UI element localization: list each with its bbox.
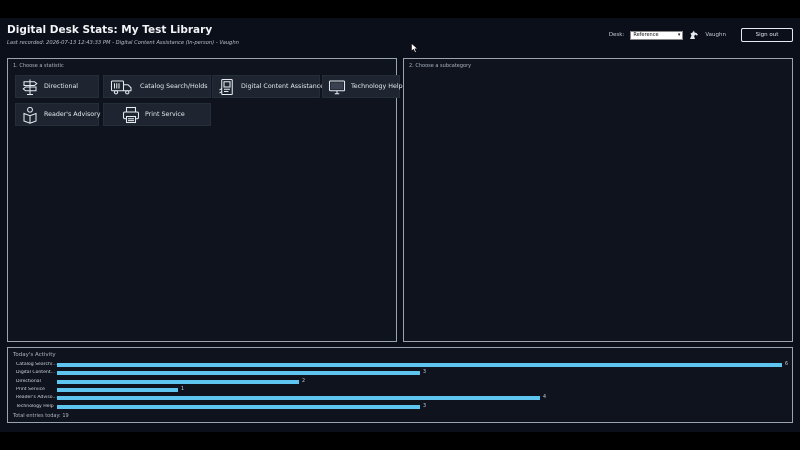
activity-row-label: Digital Content... xyxy=(16,370,56,376)
activity-row: Directional 2 xyxy=(8,379,794,385)
desk-controls: Desk: Reference ▾ Vaughn Sign out xyxy=(609,27,793,43)
activity-bar xyxy=(57,396,540,401)
signpost-icon xyxy=(22,79,38,95)
header: Digital Desk Stats: My Test Library Last… xyxy=(7,24,793,54)
printer-icon xyxy=(122,106,140,123)
stat-button-readers-advisory[interactable]: Reader's Advisory xyxy=(15,103,101,126)
stat-label: Directional xyxy=(44,83,79,90)
statistic-panel: 1. Choose a statistic Directional Catalo… xyxy=(7,58,403,342)
stat-label: Catalog Search/Holds xyxy=(140,83,208,90)
activity-row-count: 1 xyxy=(181,386,185,392)
activity-row: Technology Help 3 xyxy=(8,404,794,410)
chevron-down-icon: ▾ xyxy=(677,32,681,38)
activity-title: Today's Activity xyxy=(13,352,56,358)
stat-button-directional[interactable]: Directional xyxy=(15,75,99,98)
activity-row: Catalog Search/... 6 xyxy=(8,362,794,368)
activity-bar xyxy=(57,363,782,367)
activity-bar xyxy=(57,387,178,392)
top-letterbox xyxy=(0,0,800,18)
activity-row-count: 6 xyxy=(785,362,789,367)
desk-select-value: Reference xyxy=(633,32,659,38)
sign-out-button[interactable]: Sign out xyxy=(741,28,793,42)
monitor-icon xyxy=(328,79,346,94)
activity-bar xyxy=(57,371,420,376)
activity-row-count: 3 xyxy=(423,370,427,376)
last-recorded-text: Last recorded: 2026-07-13 12:43:33 PM - … xyxy=(7,40,239,46)
stat-label: Digital Content Assistance xyxy=(241,83,325,90)
mouse-cursor-icon xyxy=(411,43,419,53)
desk-label: Desk: xyxy=(608,32,625,38)
activity-row: Print Service 1 xyxy=(8,387,794,393)
subcategory-panel: 2. Choose a subcategory xyxy=(403,58,793,342)
statistic-panel-label: 1. Choose a statistic xyxy=(13,63,64,69)
activity-row-count: 2 xyxy=(302,378,306,384)
total-entries: Total entries today: 19 xyxy=(13,413,69,419)
reader-icon xyxy=(23,106,37,124)
bottom-letterbox xyxy=(0,432,800,450)
activity-row: Reader's Adviso... 4 xyxy=(8,395,794,401)
activity-row-label: Directional xyxy=(16,378,41,384)
stat-label: Technology Help xyxy=(351,83,403,90)
stat-button-technology-help[interactable]: Technology Help xyxy=(322,75,403,98)
activity-row-label: Technology Help xyxy=(16,403,54,409)
activity-bar xyxy=(57,404,420,409)
activity-row-label: Catalog Search/... xyxy=(16,362,57,367)
activity-row-count: 4 xyxy=(543,395,547,401)
activity-row-label: Print Service xyxy=(16,386,46,392)
subcategory-panel-label: 2. Choose a subcategory xyxy=(409,63,472,69)
desk-select[interactable]: Reference ▾ xyxy=(630,30,684,40)
activity-row: Digital Content... 3 xyxy=(8,370,794,376)
activity-bar xyxy=(57,379,299,384)
activity-row-count: 3 xyxy=(423,403,427,409)
page-title: Digital Desk Stats: My Test Library xyxy=(7,24,213,36)
ebook-icon xyxy=(219,78,233,95)
stat-button-catalog-search-holds[interactable]: Catalog Search/Holds xyxy=(103,75,211,98)
book-truck-icon xyxy=(110,79,132,94)
stat-label: Reader's Advisory xyxy=(44,111,101,118)
stat-label: Print Service xyxy=(145,111,185,118)
stat-button-print-service[interactable]: Print Service xyxy=(103,103,211,126)
user-name: Vaughn xyxy=(705,32,726,38)
stat-button-digital-content-assistance[interactable]: Digital Content Assistance i xyxy=(212,75,330,98)
unicorn-icon xyxy=(690,30,699,39)
activity-row-label: Reader's Adviso... xyxy=(16,395,57,401)
todays-activity-panel: Today's Activity Catalog Search/... 6 Digi… xyxy=(7,347,793,423)
